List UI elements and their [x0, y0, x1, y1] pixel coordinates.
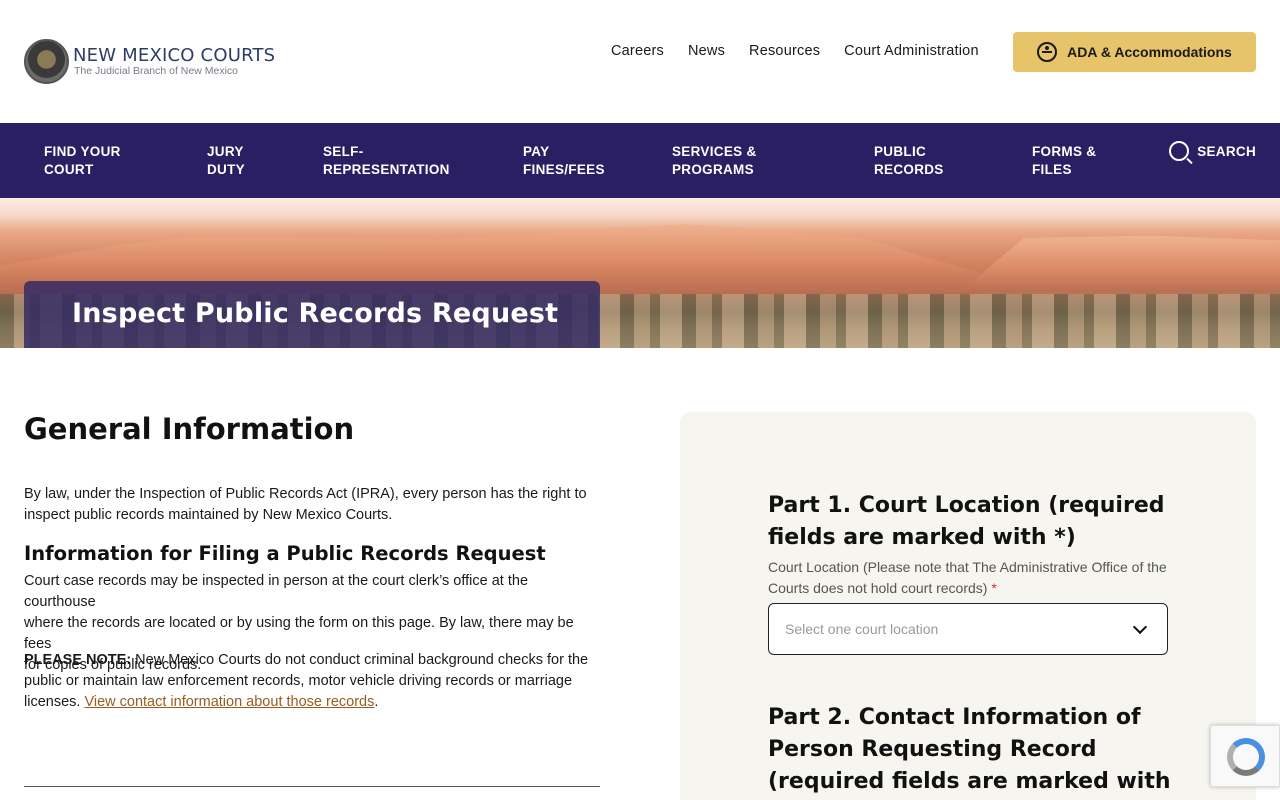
please-note-label: PLEASE NOTE: [24, 652, 132, 668]
court-seal-icon [24, 39, 69, 84]
nav-item-jury-duty[interactable]: JURY DUTY [207, 143, 245, 179]
logo-subtitle: The Judicial Branch of New Mexico [74, 65, 238, 77]
court-location-placeholder: Select one court location [785, 621, 939, 637]
nav-item-self-representation[interactable]: SELF- REPRESENTATION [323, 143, 450, 179]
nav-item-pay-fines-fees[interactable]: PAY FINES/FEES [523, 143, 605, 179]
please-note-paragraph: PLEASE NOTE: New Mexico Courts do not co… [24, 652, 589, 710]
nav-item-public-records[interactable]: PUBLIC RECORDS [874, 143, 944, 179]
ada-accommodations-button[interactable]: ADA & Accommodations [1013, 32, 1256, 72]
part1-heading: Part 1. Court Location (required fields … [768, 493, 1165, 550]
main-nav: FIND YOUR COURT JURY DUTY SELF- REPRESEN… [0, 123, 1280, 198]
recaptcha-badge[interactable] [1210, 725, 1280, 787]
site-header: NEW MEXICO COURTS The Judicial Branch of… [0, 0, 1280, 123]
util-nav-careers[interactable]: Careers [611, 43, 664, 59]
hero-title-box: Inspect Public Records Request [24, 281, 600, 348]
nav-item-services-programs[interactable]: SERVICES & PROGRAMS [672, 143, 757, 179]
ipra-paragraph: By law, under the Inspection of Public R… [24, 486, 587, 523]
records-request-form-panel: Part 1. Court Location (required fields … [680, 412, 1256, 800]
site-logo[interactable]: NEW MEXICO COURTS The Judicial Branch of… [24, 39, 275, 84]
util-nav-court-administration[interactable]: Court Administration [844, 43, 979, 59]
court-location-select[interactable]: Select one court location [768, 603, 1168, 655]
hero-cliff-image-right [960, 235, 1280, 292]
ada-button-label: ADA & Accommodations [1067, 44, 1232, 60]
general-information-section: General Information By law, under the In… [24, 412, 600, 710]
nav-item-forms-files[interactable]: FORMS & FILES [1032, 143, 1096, 179]
court-location-label: Court Location (Please note that The Adm… [768, 559, 1167, 596]
required-asterisk: * [991, 580, 997, 596]
utility-nav: Careers News Resources Court Administrat… [611, 43, 979, 59]
nav-item-find-your-court[interactable]: FIND YOUR COURT [44, 143, 121, 179]
page-title: Inspect Public Records Request [72, 298, 559, 329]
part2-heading: Part 2. Contact Information of Person Re… [768, 705, 1171, 794]
util-nav-resources[interactable]: Resources [749, 43, 820, 59]
search-label: SEARCH [1197, 143, 1256, 159]
section-divider [24, 786, 600, 787]
contact-info-link[interactable]: View contact information about those rec… [84, 694, 374, 710]
hero-banner: Inspect Public Records Request [0, 198, 1280, 348]
recaptcha-icon [1227, 738, 1265, 776]
general-information-heading: General Information [24, 412, 355, 446]
logo-title: NEW MEXICO COURTS [73, 45, 276, 66]
chevron-down-icon [1132, 619, 1148, 635]
search-icon [1169, 141, 1190, 161]
filing-info-heading: Information for Filing a Public Records … [24, 542, 546, 565]
search-button[interactable]: SEARCH [1169, 141, 1256, 161]
accessibility-icon [1037, 42, 1058, 62]
util-nav-news[interactable]: News [688, 43, 725, 59]
